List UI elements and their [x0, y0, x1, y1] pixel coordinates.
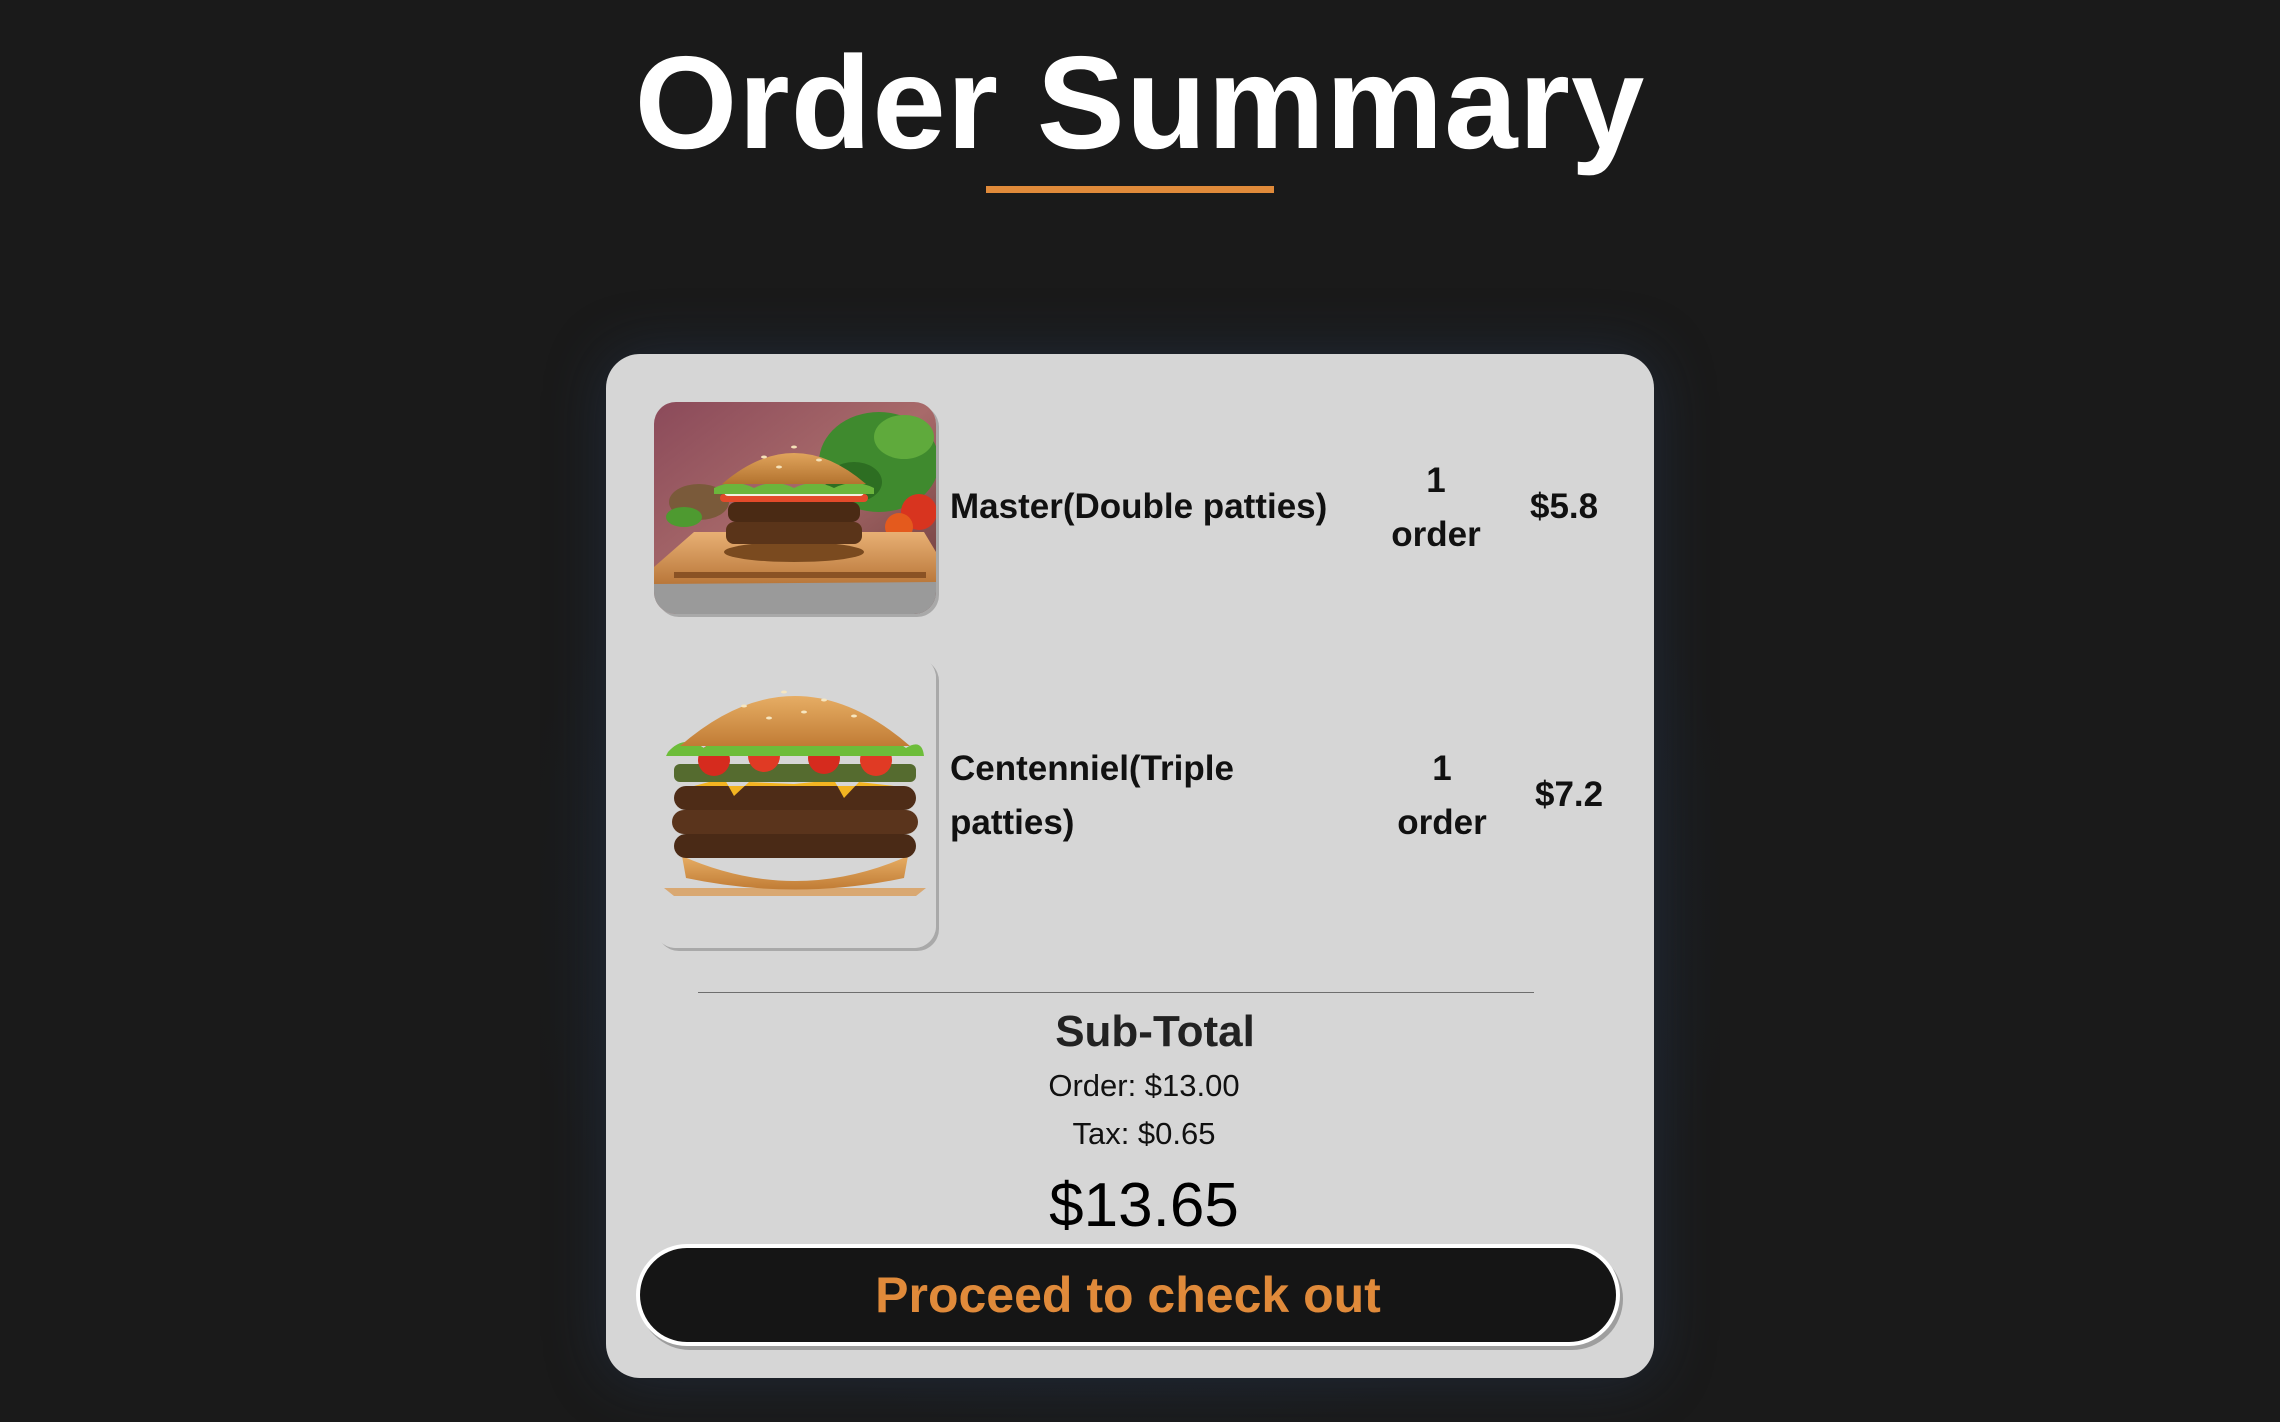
item-quantity: 1 order: [1376, 454, 1496, 562]
item-price: $7.2: [1535, 775, 1604, 814]
burger-double-patty-photo: [654, 402, 936, 614]
quantity-number: 1: [1432, 749, 1452, 788]
item-name: Master(Double patties): [950, 487, 1328, 526]
item-quantity: 1 order: [1382, 742, 1502, 850]
divider: [698, 992, 1534, 993]
burger-triple-patty-photo: [654, 656, 936, 948]
order-summary-card: Master(Double patties) 1 order $5.8 Cent…: [606, 354, 1654, 1378]
item-price: $5.8: [1530, 487, 1599, 526]
quantity-unit: order: [1397, 803, 1487, 842]
total-amount: $13.65: [1049, 1171, 1239, 1240]
quantity-number: 1: [1426, 461, 1446, 500]
checkout-button[interactable]: Proceed to check out: [640, 1248, 1616, 1342]
title-underline: [986, 186, 1274, 193]
item-image-centenniel: [654, 656, 936, 948]
quantity-unit: order: [1391, 515, 1481, 554]
item-name: Centenniel(Triple patties): [950, 749, 1234, 842]
tax-amount: Tax: $0.65: [1072, 1116, 1216, 1151]
order-amount: Order: $13.00: [1048, 1068, 1240, 1103]
item-image-master: [654, 402, 936, 614]
page-title: Order Summary: [634, 29, 1646, 176]
subtotal-heading: Sub-Total: [1055, 1007, 1255, 1056]
